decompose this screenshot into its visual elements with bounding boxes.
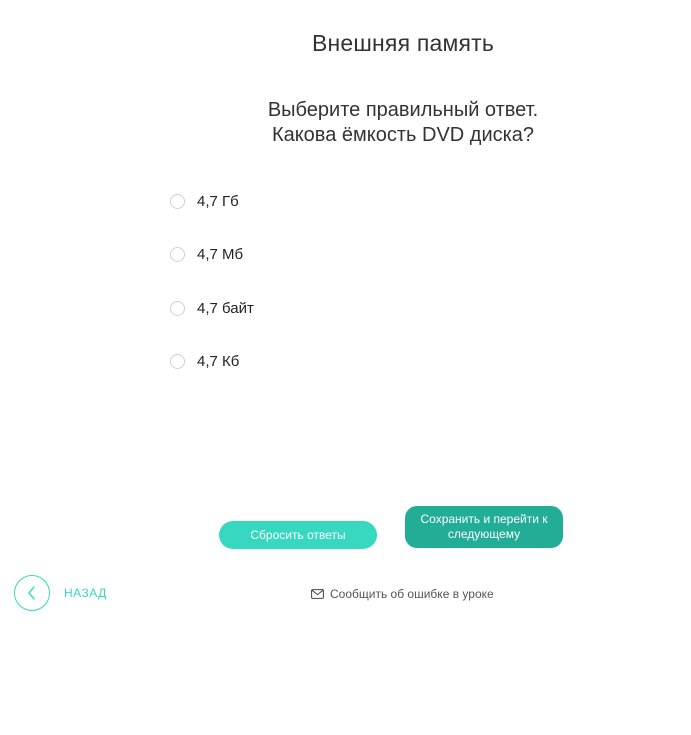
save-and-next-button[interactable]: Сохранить и перейти к следующему (405, 506, 563, 548)
mail-icon (311, 589, 324, 599)
lesson-title: Внешняя память (311, 30, 495, 56)
radio-button[interactable] (170, 354, 185, 369)
answer-option[interactable]: 4,7 байт (170, 299, 254, 317)
answer-option-label: 4,7 Гб (197, 192, 239, 210)
question-instruction: Выберите правильный ответ. (267, 99, 539, 121)
answer-option-label: 4,7 Мб (197, 246, 244, 263)
answer-option[interactable]: 4,7 Кб (170, 353, 254, 371)
answer-option[interactable]: 4,7 Гб (170, 192, 254, 210)
answer-option[interactable]: 4,7 Мб (170, 246, 254, 264)
radio-button[interactable] (170, 247, 185, 262)
question-block: Выберите правильный ответ. Какова ёмкост… (0, 98, 691, 148)
chevron-left-icon (28, 586, 35, 600)
back-label[interactable]: НАЗАД (64, 586, 107, 600)
answer-options: 4,7 Гб 4,7 Мб 4,7 байт 4,7 Кб (170, 192, 254, 406)
report-error-link[interactable]: Сообщить об ошибке в уроке (311, 587, 494, 601)
radio-button[interactable] (170, 300, 185, 316)
question-text: Какова ёмкость DVD диска? (271, 124, 535, 146)
radio-button[interactable] (170, 193, 185, 209)
reset-answers-button[interactable]: Сбросить ответы (219, 521, 377, 549)
answer-option-label: 4,7 Кб (197, 353, 240, 370)
report-error-label[interactable]: Сообщить об ошибке в уроке (330, 587, 494, 601)
back-button[interactable] (14, 575, 50, 611)
back-link[interactable]: НАЗАД (14, 575, 107, 611)
answer-option-label: 4,7 байт (197, 299, 254, 317)
